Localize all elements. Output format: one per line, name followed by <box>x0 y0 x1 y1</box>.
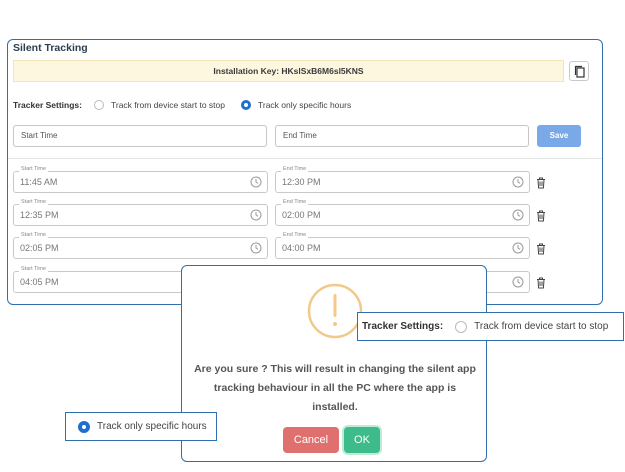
row-3-end-time[interactable]: End Time 04:00 PM <box>275 231 530 259</box>
end-time-value: 02:00 PM <box>282 210 321 220</box>
start-time-label: Start Time <box>19 265 49 273</box>
dialog-message: Are you sure ? This will result in chang… <box>194 363 476 413</box>
clock-icon[interactable] <box>250 209 262 221</box>
row-1-start-time[interactable]: Start Time 11:45 AM <box>13 165 268 193</box>
clock-icon[interactable] <box>512 176 524 188</box>
start-time-label: Start Time <box>19 198 49 206</box>
radio-device-start-stop[interactable] <box>455 320 468 333</box>
row-3-start-time[interactable]: Start Time 02:05 PM <box>13 231 268 259</box>
copy-key-button[interactable] <box>569 61 589 81</box>
confirm-dialog: Are you sure ? This will result in chang… <box>181 265 487 462</box>
row-2-end-time[interactable]: End Time 02:00 PM <box>275 198 530 226</box>
clock-icon[interactable] <box>250 242 262 254</box>
specific-hours-callout: Track only specific hours <box>65 412 217 441</box>
end-time-label: End Time <box>281 231 309 239</box>
start-time-value: 11:45 AM <box>20 177 58 187</box>
clock-icon[interactable] <box>512 242 524 254</box>
divider <box>8 158 602 159</box>
copy-icon <box>574 65 585 78</box>
end-time-label: End Time <box>281 198 309 206</box>
radio-specific-hours-label[interactable]: Track only specific hours <box>97 421 207 432</box>
clock-icon[interactable] <box>250 176 262 188</box>
tracker-settings-callout: Tracker Settings: Track from device star… <box>357 312 624 341</box>
start-time-label: Start Time <box>19 231 49 239</box>
radio-device-start-stop-label[interactable]: Track from device start to stop <box>474 321 608 332</box>
clock-icon[interactable] <box>512 209 524 221</box>
trash-icon[interactable] <box>536 277 546 289</box>
ok-button[interactable]: OK <box>344 427 380 453</box>
trash-icon[interactable] <box>536 177 546 189</box>
end-time-input[interactable]: End Time <box>275 125 529 147</box>
warning-icon <box>307 283 363 339</box>
start-time-value: 12:35 PM <box>20 210 59 220</box>
radio-specific-hours-label[interactable]: Track only specific hours <box>258 100 351 110</box>
start-time-input[interactable]: Start Time <box>13 125 267 147</box>
start-time-label: Start Time <box>19 165 49 173</box>
radio-specific-hours[interactable] <box>240 100 251 110</box>
save-button[interactable]: Save <box>537 125 581 147</box>
clock-icon[interactable] <box>512 276 524 288</box>
start-time-value: 02:05 PM <box>20 243 59 253</box>
start-time-value: 04:05 PM <box>20 277 59 287</box>
radio-specific-hours[interactable] <box>78 420 90 433</box>
callout-settings-label: Tracker Settings: <box>362 321 444 332</box>
trash-icon[interactable] <box>536 210 546 222</box>
trash-icon[interactable] <box>536 243 546 255</box>
row-1-end-time[interactable]: End Time 12:30 PM <box>275 165 530 193</box>
end-time-value: 12:30 PM <box>282 177 321 187</box>
radio-device-start-stop-label[interactable]: Track from device start to stop <box>111 100 225 110</box>
installation-key: Installation Key: HKslSxB6M6sl5KNS <box>13 60 564 82</box>
panel-title: Silent Tracking <box>13 42 88 54</box>
tracker-settings-row: Tracker Settings: Track from device star… <box>13 98 367 112</box>
row-2-start-time[interactable]: Start Time 12:35 PM <box>13 198 268 226</box>
tracker-settings-label: Tracker Settings: <box>13 100 82 110</box>
radio-device-start-stop[interactable] <box>93 100 104 110</box>
end-time-value: 04:00 PM <box>282 243 321 253</box>
end-time-label: End Time <box>281 165 309 173</box>
cancel-button[interactable]: Cancel <box>283 427 339 453</box>
